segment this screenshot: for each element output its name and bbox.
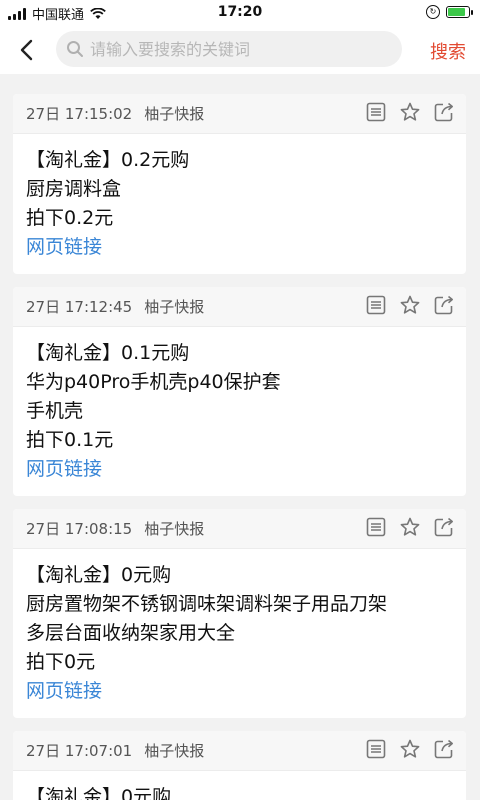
share-button[interactable] bbox=[432, 517, 456, 541]
card-timestamp: 27日 17:12:45 bbox=[26, 298, 133, 316]
card-header: 27日 17:08:15 柚子快报 bbox=[13, 509, 466, 549]
card-body: 【淘礼金】0元购 bbox=[13, 771, 466, 800]
share-button[interactable] bbox=[432, 295, 456, 319]
card-actions bbox=[364, 295, 456, 319]
share-icon bbox=[433, 294, 455, 320]
webpage-link[interactable]: 网页链接 bbox=[26, 677, 102, 706]
search-button[interactable]: 搜索 bbox=[430, 38, 466, 64]
card-text-line: 拍下0.1元 bbox=[26, 429, 114, 451]
card-source: 柚子快报 bbox=[144, 520, 205, 538]
status-right: ↻ bbox=[426, 5, 473, 19]
card-source: 柚子快报 bbox=[144, 105, 205, 123]
search-input[interactable] bbox=[90, 39, 390, 59]
card-actions bbox=[364, 739, 456, 763]
card-text-line: 华为p40Pro手机壳p40保护套 bbox=[26, 371, 281, 393]
card-text-line: 【淘礼金】0元购 bbox=[26, 786, 172, 800]
card-source: 柚子快报 bbox=[144, 742, 205, 760]
card-actions bbox=[364, 102, 456, 126]
card-text-line: 【淘礼金】0元购 bbox=[26, 564, 172, 586]
news-card: 27日 17:15:02 柚子快报【淘礼金】0.2元购 厨房调料盒拍下0.2元网页链… bbox=[13, 94, 466, 274]
card-text-line: 厨房置物架不锈钢调味架调料架子用品刀架 bbox=[26, 593, 388, 615]
card-text-line: 拍下0元 bbox=[26, 651, 96, 673]
card-header: 27日 17:15:02 柚子快报 bbox=[13, 94, 466, 134]
list-button[interactable] bbox=[364, 295, 388, 319]
card-header: 27日 17:07:01 柚子快报 bbox=[13, 731, 466, 771]
webpage-link[interactable]: 网页链接 bbox=[26, 455, 102, 484]
back-button[interactable] bbox=[10, 34, 42, 66]
search-header: 搜索 bbox=[0, 26, 480, 74]
card-source: 柚子快报 bbox=[144, 298, 205, 316]
list-button[interactable] bbox=[364, 517, 388, 541]
star-icon bbox=[399, 294, 421, 320]
card-body: 【淘礼金】0.1元购华为p40Pro手机壳p40保护套 手机壳拍下0.1元网页链接 bbox=[13, 327, 466, 496]
star-button[interactable] bbox=[398, 517, 422, 541]
battery-level bbox=[448, 8, 465, 16]
share-button[interactable] bbox=[432, 739, 456, 763]
card-text-line: 【淘礼金】0.2元购 bbox=[26, 149, 190, 171]
news-card: 27日 17:12:45 柚子快报【淘礼金】0.1元购华为p40Pro手机壳p40… bbox=[13, 287, 466, 496]
star-icon bbox=[399, 738, 421, 764]
news-feed: 27日 17:15:02 柚子快报 【淘礼金】0.2元购 厨房调料盒 拍下0.2元 网页链… bbox=[13, 94, 466, 800]
card-text-line: 手机壳 bbox=[26, 400, 84, 422]
list-icon bbox=[365, 101, 387, 127]
search-icon bbox=[67, 41, 83, 57]
news-card: 27日 17:08:15 柚子快报【淘礼金】0元购厨房置物架不锈钢调味架调料架子用… bbox=[13, 509, 466, 718]
card-body: 【淘礼金】0.2元购 厨房调料盒拍下0.2元网页链接 bbox=[13, 134, 466, 274]
card-text-line: 多层台面收纳架家用大全 bbox=[26, 622, 236, 644]
list-button[interactable] bbox=[364, 102, 388, 126]
card-timestamp: 27日 17:15:02 bbox=[26, 105, 133, 123]
share-icon bbox=[433, 101, 455, 127]
share-button[interactable] bbox=[432, 102, 456, 126]
card-actions bbox=[364, 517, 456, 541]
card-header: 27日 17:12:45 柚子快报 bbox=[13, 287, 466, 327]
battery-icon bbox=[446, 6, 473, 18]
status-time: 17:20 bbox=[217, 4, 263, 20]
star-button[interactable] bbox=[398, 295, 422, 319]
status-bar: 中国联通 17:20 ↻ bbox=[0, 0, 480, 26]
star-icon bbox=[399, 101, 421, 127]
card-text-line: 厨房调料盒 bbox=[26, 178, 122, 200]
star-icon bbox=[399, 516, 421, 542]
webpage-link[interactable]: 网页链接 bbox=[26, 233, 102, 262]
news-card: 27日 17:07:01 柚子快报【淘礼金】0元购 bbox=[13, 731, 466, 800]
card-timestamp: 27日 17:08:15 bbox=[26, 520, 133, 538]
star-button[interactable] bbox=[398, 739, 422, 763]
list-icon bbox=[365, 294, 387, 320]
card-timestamp: 27日 17:07:01 bbox=[26, 742, 133, 760]
list-button[interactable] bbox=[364, 739, 388, 763]
chevron-left-icon bbox=[20, 39, 33, 61]
star-button[interactable] bbox=[398, 102, 422, 126]
card-body: 【淘礼金】0元购厨房置物架不锈钢调味架调料架子用品刀架 多层台面收纳架家用大全 拍下… bbox=[13, 549, 466, 718]
share-icon bbox=[433, 738, 455, 764]
list-icon bbox=[365, 738, 387, 764]
list-icon bbox=[365, 516, 387, 542]
rotation-lock-icon: ↻ bbox=[426, 5, 440, 19]
share-icon bbox=[433, 516, 455, 542]
search-box[interactable] bbox=[56, 31, 402, 67]
card-text-line: 【淘礼金】0.1元购 bbox=[26, 342, 190, 364]
card-text-line: 拍下0.2元 bbox=[26, 207, 114, 229]
